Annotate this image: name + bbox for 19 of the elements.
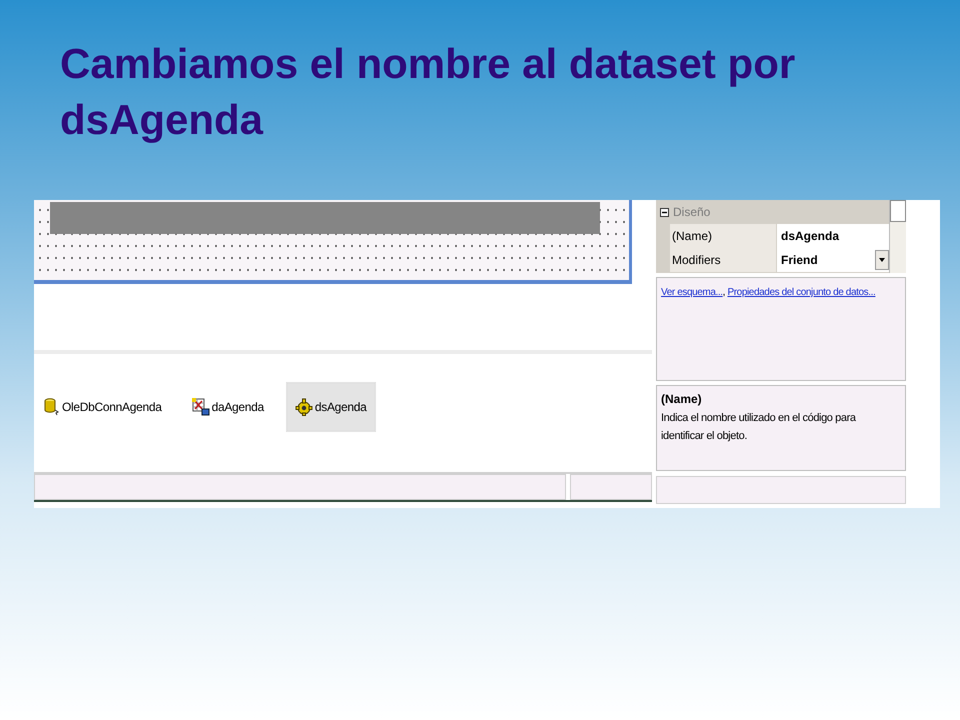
property-value[interactable]: dsAgenda — [776, 224, 889, 248]
tray-component[interactable]: dsAgenda — [286, 382, 376, 432]
database-icon — [44, 398, 60, 416]
tray-component[interactable]: OleDbConnAgenda — [36, 382, 170, 432]
property-name[interactable]: Modifiers — [670, 248, 776, 272]
command-link[interactable]: Ver esquema... — [661, 287, 723, 298]
slide-title: Cambiamos el nombre al dataset por dsAgenda — [60, 39, 796, 145]
tray-component[interactable]: daAgenda — [184, 382, 272, 432]
collapse-icon[interactable] — [660, 208, 669, 216]
property-value[interactable]: Friend — [776, 248, 889, 272]
description-title: (Name) — [661, 392, 703, 406]
table-icon — [192, 398, 210, 416]
command-link[interactable]: Propiedades del conjunto de datos... — [727, 287, 876, 298]
separator-text: , — [722, 287, 726, 298]
description-text: Indica el nombre utilizado en el código para identificar el objeto. — [661, 411, 857, 444]
category-label: Diseño — [673, 205, 710, 219]
gear-icon — [294, 398, 313, 416]
property-name[interactable]: (Name) — [670, 224, 776, 248]
scrollbar[interactable] — [889, 200, 906, 273]
